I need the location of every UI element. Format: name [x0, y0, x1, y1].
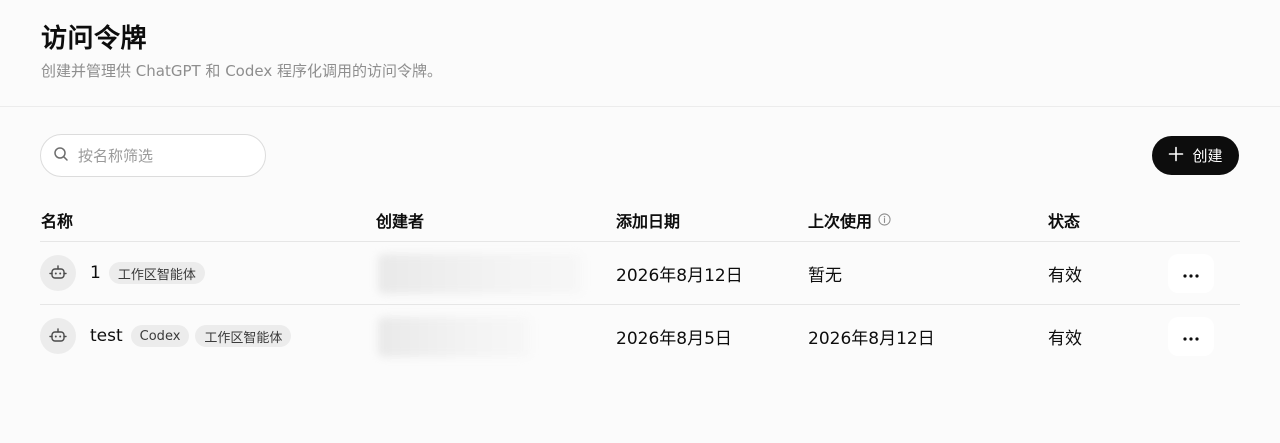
search-icon — [53, 146, 69, 166]
creator-redacted — [378, 317, 530, 357]
table-row[interactable]: 1 工作区智能体 2026年8月12日 暂无 有效 — [40, 242, 1240, 304]
table-row[interactable]: test Codex 工作区智能体 2026年8月5日 2026年8月12日 有… — [40, 305, 1240, 367]
tag-badge: Codex — [130, 325, 190, 347]
column-header-status: 状态 — [1048, 208, 1080, 232]
search-field[interactable] — [40, 134, 266, 177]
page-header: 访问令牌 创建并管理供 ChatGPT 和 Codex 程序化调用的访问令牌。 — [0, 0, 1280, 107]
token-name: 1 — [90, 263, 101, 283]
last-used: 暂无 — [808, 265, 842, 286]
more-horizontal-icon — [1183, 329, 1199, 344]
column-header-last-used: 上次使用 — [808, 208, 891, 232]
token-name-cell: test Codex 工作区智能体 — [90, 305, 292, 367]
create-token-button[interactable]: 创建 — [1152, 136, 1239, 175]
search-input[interactable] — [78, 146, 258, 165]
added-date: 2026年8月12日 — [616, 265, 743, 286]
status-badge: 有效 — [1048, 328, 1082, 349]
column-header-added: 添加日期 — [616, 208, 680, 232]
column-header-last-used-label: 上次使用 — [808, 212, 873, 231]
tag-badge: 工作区智能体 — [108, 262, 205, 284]
last-used: 2026年8月12日 — [808, 328, 935, 349]
column-header-creator: 创建者 — [376, 208, 424, 232]
robot-icon — [40, 318, 76, 354]
page-subtitle: 创建并管理供 ChatGPT 和 Codex 程序化调用的访问令牌。 — [41, 62, 442, 80]
more-horizontal-icon — [1183, 266, 1199, 281]
column-header-name-label: 名称 — [41, 212, 74, 231]
column-header-creator-label: 创建者 — [376, 212, 425, 231]
column-header-name: 名称 — [41, 208, 73, 232]
creator-redacted — [378, 254, 582, 294]
column-header-status-label: 状态 — [1048, 212, 1081, 231]
column-header-added-label: 添加日期 — [616, 212, 681, 231]
added-date: 2026年8月5日 — [616, 328, 732, 349]
token-name: test — [90, 326, 123, 346]
page-title: 访问令牌 — [41, 24, 148, 54]
info-icon[interactable] — [878, 211, 891, 230]
row-menu-button[interactable] — [1168, 317, 1214, 356]
row-menu-button[interactable] — [1168, 254, 1214, 293]
token-name-cell: 1 工作区智能体 — [90, 242, 205, 304]
status-badge: 有效 — [1048, 265, 1082, 286]
robot-icon — [40, 255, 76, 291]
create-button-label: 创建 — [1192, 147, 1223, 165]
tag-badge: 工作区智能体 — [195, 325, 292, 347]
plus-icon — [1168, 146, 1184, 166]
